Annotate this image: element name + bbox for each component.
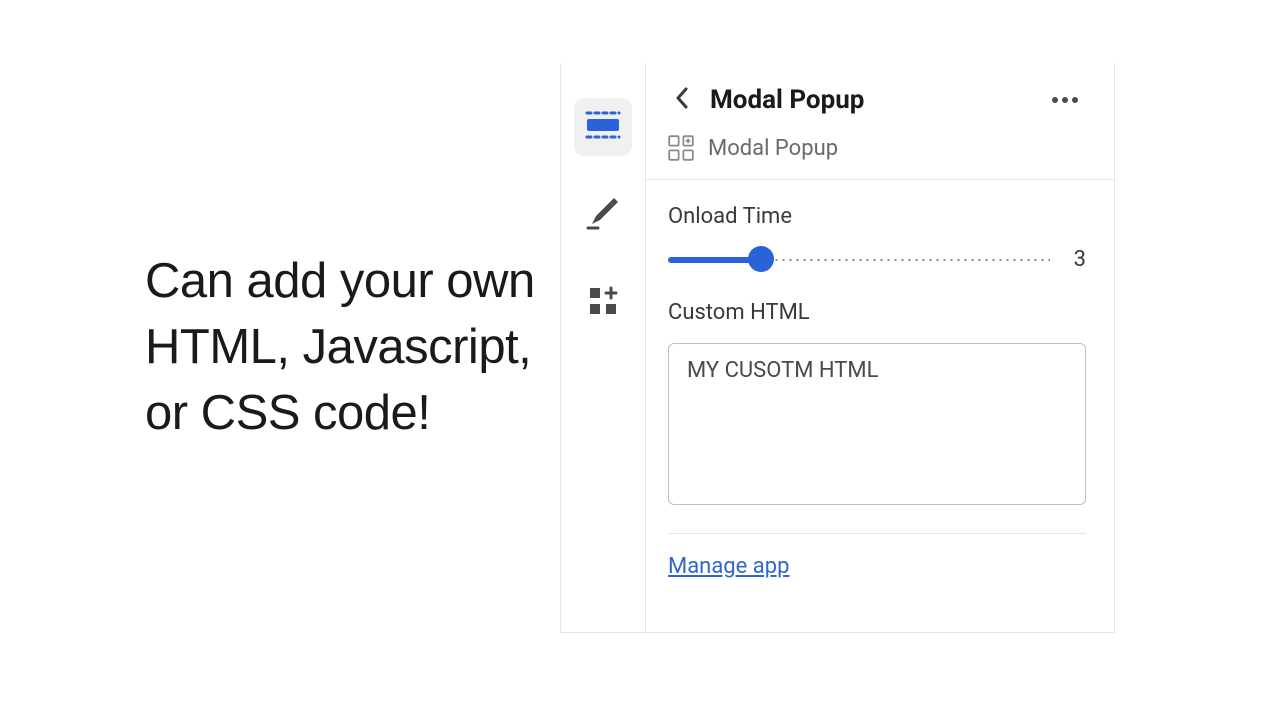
sidebar: [561, 63, 646, 632]
marketing-caption: Can add your own HTML, Javascript, or CS…: [145, 248, 535, 446]
manage-app-link[interactable]: Manage app: [668, 554, 789, 579]
brush-icon: [586, 196, 620, 234]
chevron-left-icon: [675, 87, 689, 113]
settings-panel: Modal Popup Modal Popup Onl: [560, 63, 1115, 633]
settings-section: Onload Time 3 Custom HTML Manage app: [646, 180, 1114, 579]
divider: [668, 533, 1086, 534]
onload-time-slider[interactable]: [668, 256, 1050, 264]
sub-header[interactable]: Modal Popup: [646, 129, 1114, 180]
sidebar-theme-button[interactable]: [574, 186, 632, 244]
section-icon: [585, 111, 621, 143]
more-dots-icon: [1052, 97, 1058, 103]
custom-html-label: Custom HTML: [668, 300, 1086, 325]
more-button[interactable]: [1044, 89, 1086, 111]
sidebar-apps-button[interactable]: [574, 274, 632, 332]
slider-fill: [668, 257, 760, 263]
back-button[interactable]: [668, 86, 696, 114]
onload-time-row: 3: [668, 247, 1086, 272]
block-icon: [668, 135, 694, 161]
caption-line-3: or CSS code!: [145, 386, 430, 440]
panel-title: Modal Popup: [710, 85, 1030, 115]
sub-title: Modal Popup: [708, 136, 838, 161]
slider-thumb[interactable]: [748, 246, 774, 272]
caption-line-2: HTML, Javascript,: [145, 320, 531, 374]
apps-add-icon: [588, 286, 618, 320]
main-panel: Modal Popup Modal Popup Onl: [646, 63, 1114, 632]
panel-header: Modal Popup: [646, 63, 1114, 129]
caption-line-1: Can add your own: [145, 254, 535, 308]
custom-html-textarea[interactable]: [668, 343, 1086, 505]
sidebar-sections-button[interactable]: [574, 98, 632, 156]
onload-time-value: 3: [1074, 247, 1086, 272]
onload-time-label: Onload Time: [668, 204, 1086, 229]
